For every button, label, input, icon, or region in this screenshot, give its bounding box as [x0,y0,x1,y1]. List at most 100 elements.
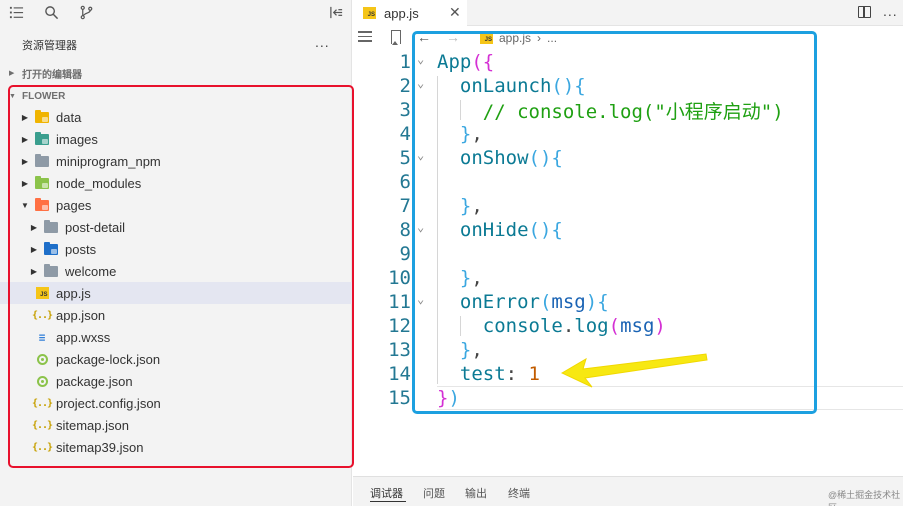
code-line[interactable]: 3 // console.log("小程序启动") [353,98,903,123]
code-token: log [574,315,609,337]
code-line[interactable]: 15}) [353,386,903,410]
explorer-list-icon[interactable] [9,3,24,21]
line-number: 9 [399,243,411,265]
chevron-right-icon: ▶ [21,178,29,188]
workspace-folder-section[interactable]: ▼ FLOWER [0,85,352,107]
tree-file[interactable]: ≡ app.wxss [0,326,352,348]
tree-folder[interactable]: ▶ post-detail [0,216,352,238]
tree-item-label: package-lock.json [56,351,161,367]
code-line[interactable]: 1 ⌄ App({ [353,50,903,74]
code-token: , [471,123,483,145]
fold-chevron-icon[interactable]: ⌄ [417,220,429,234]
fold-chevron-icon[interactable]: ⌄ [417,76,429,90]
code-token: ( [539,291,552,313]
line-number: 10 [388,267,411,289]
tab-output[interactable]: 输出 [465,485,487,501]
code-line[interactable]: 2 ⌄ onLaunch(){ [353,74,903,98]
explorer-more-button[interactable]: ... [315,34,330,50]
tree-folder[interactable]: ▶ miniprogram_npm [0,150,352,172]
collapse-panel-icon[interactable] [329,3,344,21]
code-line[interactable]: 11 ⌄ onError(msg){ [353,290,903,314]
tree-file[interactable]: package-lock.json [0,348,352,370]
forward-arrow-icon[interactable]: → [446,29,460,45]
tree-folder[interactable]: ▶ images [0,128,352,150]
code-line[interactable]: 5 ⌄ onShow(){ [353,146,903,170]
tree-file[interactable]: package.json [0,370,352,392]
code-line[interactable]: 9 [353,242,903,266]
code-editor[interactable]: 1 ⌄ App({2 ⌄ onLaunch(){3 // console.log("小… [353,50,903,410]
folder-node-icon [35,175,49,189]
line-number: 7 [399,195,411,217]
tree-folder[interactable]: ▶ posts [0,238,352,260]
code-token: ( [608,315,621,337]
code-line[interactable]: 14 test: 1 [353,362,903,386]
code-token: } [459,339,472,361]
code-line[interactable]: 10 }, [353,266,903,290]
tab-problems[interactable]: 问题 [423,485,445,501]
tree-folder[interactable]: ▼ pages [0,194,352,216]
open-editors-section[interactable]: ▶ 打开的编辑器 [0,62,352,84]
fold-chevron-icon[interactable]: ⌄ [417,292,429,306]
line-number: 11 [388,291,411,313]
code-token: test [437,363,506,385]
json-file-icon: {..} [31,397,53,409]
line-number: 1 [399,51,411,73]
chevron-down-icon: ▼ [9,92,16,100]
code-token: ( [471,51,483,73]
tree-file[interactable]: {..} app.json [0,304,352,326]
folder-icon [35,153,49,167]
indent-guide [437,76,438,384]
code-line[interactable]: 12 console.log(msg) [353,314,903,338]
tree-folder[interactable]: ▶ data [0,106,352,128]
split-editor-icon[interactable] [858,6,871,18]
chevron-right-icon: ▶ [9,70,15,77]
fold-chevron-icon[interactable]: ⌄ [417,52,429,66]
code-line[interactable]: 13 }, [353,338,903,362]
search-icon[interactable] [44,3,59,21]
outline-icon[interactable] [358,31,372,44]
tab-label: app.js [384,5,419,21]
code-line[interactable]: 7 }, [353,194,903,218]
code-text: test: 1 [437,363,540,385]
tree-file[interactable]: {..} project.config.json [0,392,352,414]
tree-file[interactable]: {..} sitemap.json [0,414,352,436]
folder-posts-icon [44,241,58,255]
back-arrow-icon[interactable]: ← [417,29,431,45]
editor-tab-bar: JS app.js ✕ ... [353,0,903,26]
tree-folder[interactable]: ▶ welcome [0,260,352,282]
tree-item-label: app.wxss [56,329,111,345]
code-token: } [459,195,472,217]
tree-folder[interactable]: ▶ node_modules [0,172,352,194]
chevron-right-icon: ▶ [30,222,38,232]
indent-guide [460,100,461,120]
tab-more-button[interactable]: ... [883,3,898,19]
bottom-panel: 调试器 问题 输出 终端 @稀土掘金技术社区 [353,476,903,506]
fold-chevron-icon[interactable]: ⌄ [417,148,429,162]
code-line[interactable]: 6 [353,170,903,194]
line-number: 4 [399,123,411,145]
breadcrumb-file[interactable]: app.js [499,31,531,45]
code-line[interactable]: 8 ⌄ onHide(){ [353,218,903,242]
source-control-icon[interactable] [79,3,94,21]
code-token: . [562,315,575,337]
chevron-right-icon: ▶ [21,134,29,144]
tree-item-label: welcome [65,263,117,279]
folder-images-icon [35,131,49,145]
code-token: () [528,147,552,169]
tree-item-label: sitemap.json [56,417,129,433]
code-token: , [471,267,483,289]
close-icon[interactable]: ✕ [449,4,461,21]
tab-terminal[interactable]: 终端 [508,485,530,501]
json-file-icon: {..} [31,419,53,431]
bookmark-icon[interactable] [391,30,401,45]
tab-app-js[interactable]: JS app.js ✕ [353,0,467,26]
file-tree: ▶ data ▶ images ▶ miniprogram_npm ▶ node_module… [0,106,352,458]
tree-file[interactable]: JS app.js [0,282,352,304]
tree-file[interactable]: {..} sitemap39.json [0,436,352,458]
tree-item-label: sitemap39.json [56,439,144,455]
code-line[interactable]: 4 }, [353,122,903,146]
breadcrumb-more[interactable]: ... [547,31,557,45]
tab-debugger[interactable]: 调试器 [370,485,403,501]
tree-item-label: project.config.json [56,395,161,411]
